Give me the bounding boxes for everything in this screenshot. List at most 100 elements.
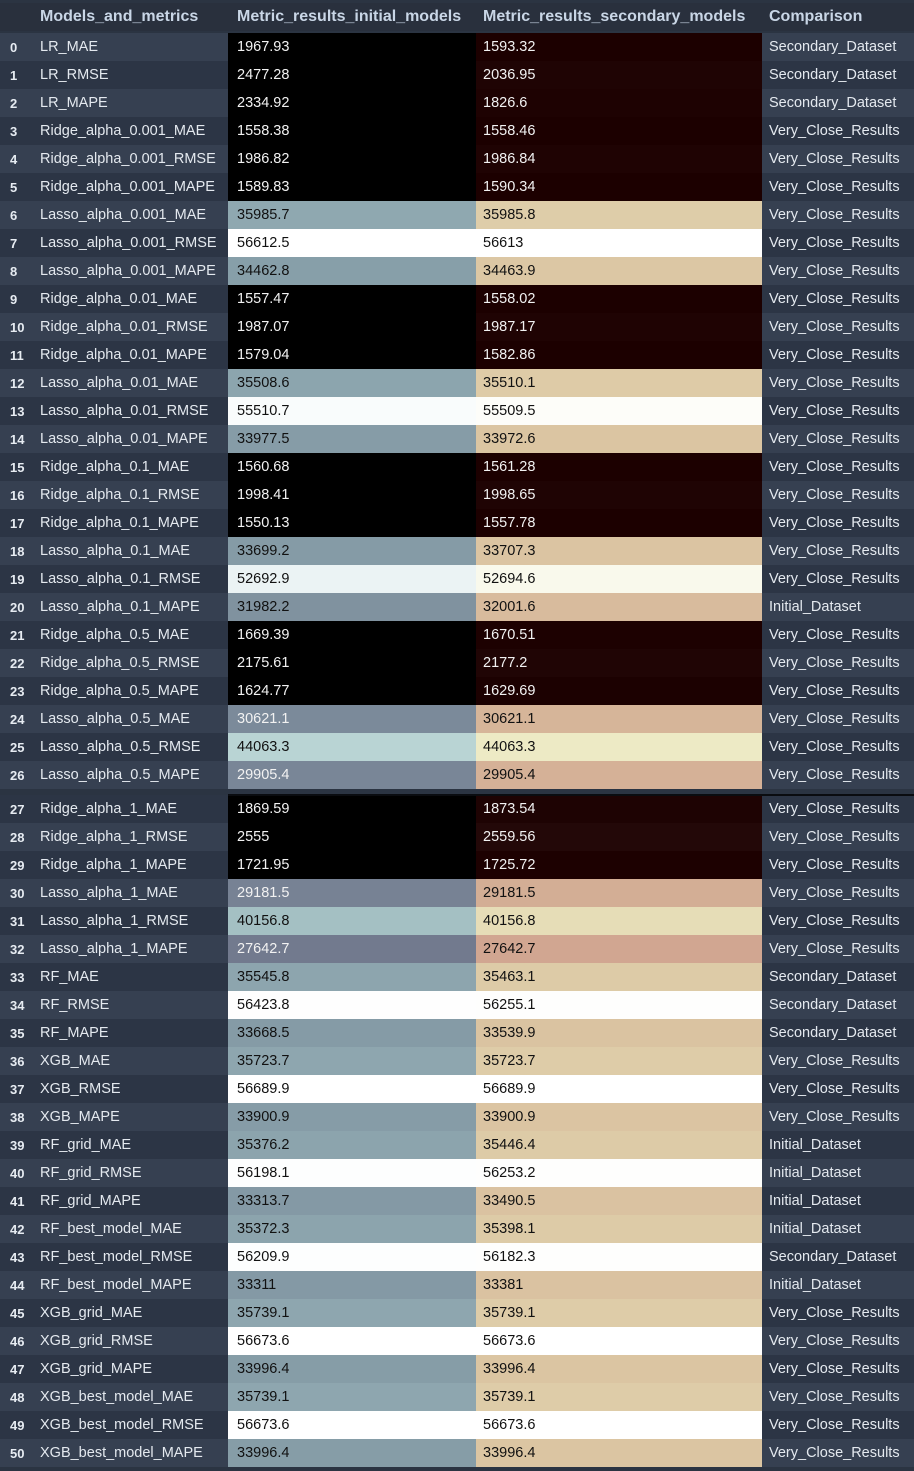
secondary-metric-value: 55509.5 xyxy=(476,397,762,425)
header-index-cell xyxy=(0,3,33,31)
secondary-metric-value: 56182.3 xyxy=(476,1243,762,1271)
row-index: 0 xyxy=(0,33,33,61)
table-row: 2 LR_MAPE 2334.92 1826.6 Secondary_Dataset xyxy=(0,89,914,117)
table-row: 41 RF_grid_MAPE 33313.7 33490.5 Initial_Data… xyxy=(0,1187,914,1215)
comparison-result: Very_Close_Results xyxy=(762,761,914,789)
row-index: 9 xyxy=(0,285,33,313)
row-index: 6 xyxy=(0,201,33,229)
secondary-metric-value: 1629.69 xyxy=(476,677,762,705)
comparison-result: Very_Close_Results xyxy=(762,733,914,761)
secondary-metric-value: 35723.7 xyxy=(476,1047,762,1075)
secondary-metric-value: 29181.5 xyxy=(476,879,762,907)
row-index: 23 xyxy=(0,677,33,705)
comparison-result: Very_Close_Results xyxy=(762,1299,914,1327)
comparison-result: Very_Close_Results xyxy=(762,677,914,705)
comparison-result: Very_Close_Results xyxy=(762,369,914,397)
model-metric-name: RF_best_model_MAE xyxy=(33,1215,228,1243)
table-row: 12 Lasso_alpha_0.01_MAE 35508.6 35510.1 Very… xyxy=(0,369,914,397)
table-row: 29 Ridge_alpha_1_MAPE 1721.95 1725.72 Very_C… xyxy=(0,851,914,879)
table-row: 14 Lasso_alpha_0.01_MAPE 33977.5 33972.6 Ver… xyxy=(0,425,914,453)
model-metric-name: RF_MAPE xyxy=(33,1019,228,1047)
model-metric-name: Ridge_alpha_1_MAE xyxy=(33,795,228,823)
initial-metric-value: 33313.7 xyxy=(228,1187,476,1215)
row-index: 4 xyxy=(0,145,33,173)
model-metric-name: Ridge_alpha_0.001_RMSE xyxy=(33,145,228,173)
model-metric-name: Ridge_alpha_0.001_MAE xyxy=(33,117,228,145)
secondary-metric-value: 35985.8 xyxy=(476,201,762,229)
secondary-metric-value: 56255.1 xyxy=(476,991,762,1019)
secondary-metric-value: 1998.65 xyxy=(476,481,762,509)
comparison-result: Very_Close_Results xyxy=(762,341,914,369)
model-metric-name: Lasso_alpha_0.5_RMSE xyxy=(33,733,228,761)
initial-metric-value: 35739.1 xyxy=(228,1299,476,1327)
comparison-result: Initial_Dataset xyxy=(762,1159,914,1187)
table-row: 26 Lasso_alpha_0.5_MAPE 29905.4 29905.4 Very… xyxy=(0,761,914,789)
secondary-metric-value: 33996.4 xyxy=(476,1355,762,1383)
secondary-metric-value: 33490.5 xyxy=(476,1187,762,1215)
secondary-metric-value: 33996.4 xyxy=(476,1439,762,1467)
secondary-metric-value: 56613 xyxy=(476,229,762,257)
model-metric-name: RF_grid_RMSE xyxy=(33,1159,228,1187)
comparison-result: Very_Close_Results xyxy=(762,879,914,907)
table-row: 27 Ridge_alpha_1_MAE 1869.59 1873.54 Very_Cl… xyxy=(0,795,914,823)
model-metric-name: Lasso_alpha_0.01_MAPE xyxy=(33,425,228,453)
secondary-metric-value: 1590.34 xyxy=(476,173,762,201)
model-metric-name: Ridge_alpha_0.1_MAPE xyxy=(33,509,228,537)
row-index: 49 xyxy=(0,1411,33,1439)
secondary-metric-value: 33707.3 xyxy=(476,537,762,565)
model-metric-name: LR_RMSE xyxy=(33,61,228,89)
secondary-metric-value: 33900.9 xyxy=(476,1103,762,1131)
row-index: 29 xyxy=(0,851,33,879)
comparison-result: Very_Close_Results xyxy=(762,1439,914,1467)
table-row: 13 Lasso_alpha_0.01_RMSE 55510.7 55509.5 Ver… xyxy=(0,397,914,425)
row-index: 45 xyxy=(0,1299,33,1327)
table-row: 20 Lasso_alpha_0.1_MAPE 31982.2 32001.6 Init… xyxy=(0,593,914,621)
initial-metric-value: 1557.47 xyxy=(228,285,476,313)
table-row: 43 RF_best_model_RMSE 56209.9 56182.3 Second… xyxy=(0,1243,914,1271)
row-index: 7 xyxy=(0,229,33,257)
row-index: 5 xyxy=(0,173,33,201)
comparison-result: Initial_Dataset xyxy=(762,1187,914,1215)
row-index: 10 xyxy=(0,313,33,341)
model-metric-name: Ridge_alpha_0.01_MAPE xyxy=(33,341,228,369)
initial-metric-value: 34462.8 xyxy=(228,257,476,285)
initial-metric-value: 35985.7 xyxy=(228,201,476,229)
secondary-metric-value: 32001.6 xyxy=(476,593,762,621)
table-row: 3 Ridge_alpha_0.001_MAE 1558.38 1558.46 Very… xyxy=(0,117,914,145)
initial-metric-value: 56673.6 xyxy=(228,1327,476,1355)
comparison-result: Initial_Dataset xyxy=(762,1271,914,1299)
row-index: 25 xyxy=(0,733,33,761)
initial-metric-value: 1967.93 xyxy=(228,33,476,61)
secondary-metric-value: 2036.95 xyxy=(476,61,762,89)
table-row: 1 LR_RMSE 2477.28 2036.95 Secondary_Dataset xyxy=(0,61,914,89)
secondary-metric-value: 1557.78 xyxy=(476,509,762,537)
table-row: 11 Ridge_alpha_0.01_MAPE 1579.04 1582.86 Ver… xyxy=(0,341,914,369)
row-index: 40 xyxy=(0,1159,33,1187)
comparison-result: Very_Close_Results xyxy=(762,705,914,733)
secondary-metric-value: 1558.46 xyxy=(476,117,762,145)
table-row: 39 RF_grid_MAE 35376.2 35446.4 Initial_Datas… xyxy=(0,1131,914,1159)
row-index: 15 xyxy=(0,453,33,481)
secondary-metric-value: 1670.51 xyxy=(476,621,762,649)
secondary-metric-value: 35398.1 xyxy=(476,1215,762,1243)
row-index: 43 xyxy=(0,1243,33,1271)
table-row: 16 Ridge_alpha_0.1_RMSE 1998.41 1998.65 Very… xyxy=(0,481,914,509)
model-metric-name: Lasso_alpha_1_MAPE xyxy=(33,935,228,963)
table-row: 49 XGB_best_model_RMSE 56673.6 56673.6 Very_… xyxy=(0,1411,914,1439)
comparison-result: Very_Close_Results xyxy=(762,565,914,593)
model-metric-name: RF_best_model_RMSE xyxy=(33,1243,228,1271)
row-index: 21 xyxy=(0,621,33,649)
secondary-metric-value: 35463.1 xyxy=(476,963,762,991)
row-index: 26 xyxy=(0,761,33,789)
model-metric-name: RF_MAE xyxy=(33,963,228,991)
row-index: 22 xyxy=(0,649,33,677)
secondary-metric-value: 52694.6 xyxy=(476,565,762,593)
row-index: 42 xyxy=(0,1215,33,1243)
table-row: 32 Lasso_alpha_1_MAPE 27642.7 27642.7 Very_C… xyxy=(0,935,914,963)
initial-metric-value: 1579.04 xyxy=(228,341,476,369)
secondary-metric-value: 56673.6 xyxy=(476,1411,762,1439)
model-metric-name: Ridge_alpha_0.01_RMSE xyxy=(33,313,228,341)
model-metric-name: Lasso_alpha_0.01_RMSE xyxy=(33,397,228,425)
initial-metric-value: 2175.61 xyxy=(228,649,476,677)
model-metric-name: Ridge_alpha_0.01_MAE xyxy=(33,285,228,313)
